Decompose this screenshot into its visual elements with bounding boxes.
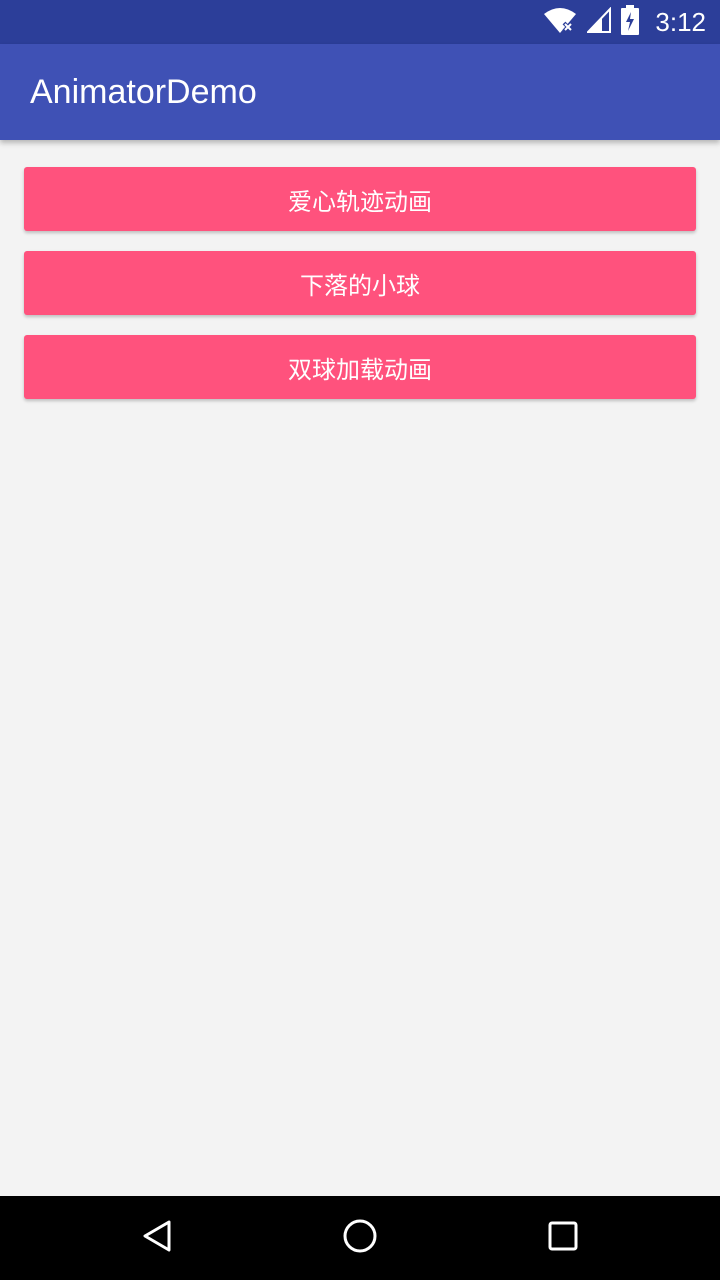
- battery-charging-icon: [621, 5, 640, 39]
- home-icon: [342, 1218, 378, 1258]
- status-time: 3:12: [655, 6, 706, 37]
- back-button[interactable]: [97, 1196, 217, 1280]
- navigation-bar: [0, 1196, 720, 1280]
- home-button[interactable]: [300, 1196, 420, 1280]
- heart-path-animation-button[interactable]: 爱心轨迹动画: [24, 167, 696, 231]
- app-title: AnimatorDemo: [30, 73, 257, 111]
- app-bar: AnimatorDemo: [0, 44, 720, 140]
- recents-button[interactable]: [503, 1196, 623, 1280]
- main-content: 爱心轨迹动画 下落的小球 双球加载动画: [0, 140, 720, 1196]
- status-icons: 3:12: [543, 0, 706, 44]
- wifi-icon: [543, 6, 577, 38]
- status-bar: 3:12: [0, 0, 720, 44]
- recents-icon: [548, 1221, 578, 1255]
- falling-ball-button[interactable]: 下落的小球: [24, 251, 696, 315]
- double-ball-loading-button[interactable]: 双球加载动画: [24, 335, 696, 399]
- screen: 3:12 AnimatorDemo 爱心轨迹动画 下落的小球 双球加载动画: [0, 0, 720, 1280]
- signal-icon: [586, 6, 612, 37]
- back-icon: [141, 1219, 173, 1257]
